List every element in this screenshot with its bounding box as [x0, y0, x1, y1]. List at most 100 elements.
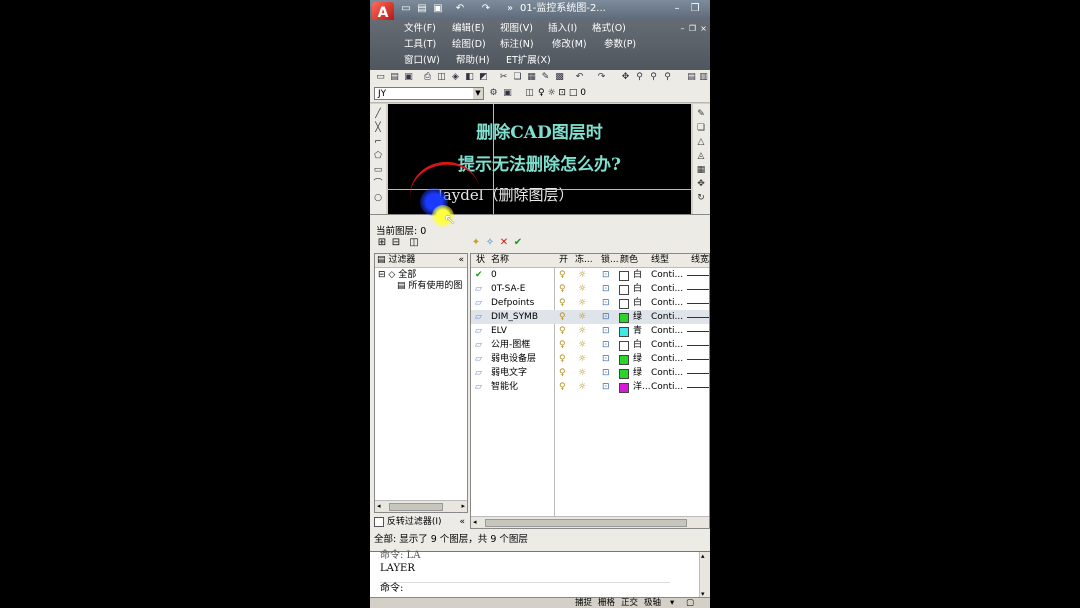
lineweight-sample[interactable] — [687, 289, 709, 290]
lock-open-icon[interactable]: ⊡ — [602, 352, 610, 366]
light-bulb-icon[interactable]: ♀ — [559, 296, 566, 310]
layer-name[interactable]: Defpoints — [491, 296, 534, 310]
doc-restore-icon[interactable]: ❐ — [688, 24, 697, 33]
layer-name[interactable]: 0 — [491, 268, 497, 282]
polygon-icon[interactable]: ⬠ — [372, 150, 384, 162]
layer-name[interactable]: DIM_SYMB — [491, 310, 538, 324]
lineweight-sample[interactable] — [687, 387, 709, 388]
preview-icon[interactable]: ◫ — [436, 72, 447, 83]
qnew-icon[interactable]: ▭ — [375, 72, 386, 83]
menu-tools[interactable]: 工具(T) — [404, 38, 436, 52]
open-file-icon[interactable]: ▤ — [416, 3, 428, 15]
lock-open-icon[interactable]: ⊡ — [602, 380, 610, 394]
scroll-left-icon[interactable]: ◂ — [377, 501, 381, 512]
col-lineweight[interactable]: 线宽 — [691, 254, 709, 268]
group-filter-icon[interactable]: ⊟ — [390, 237, 402, 249]
menu-dimension[interactable]: 标注(N) — [500, 38, 534, 52]
light-bulb-icon[interactable]: ♀ — [559, 380, 566, 394]
layer-style-combo[interactable]: JY ▼ — [374, 87, 484, 100]
erase-icon[interactable]: ✎ — [695, 108, 707, 120]
doc-minimize-icon[interactable]: – — [678, 24, 687, 33]
menu-et-extension[interactable]: ET扩展(X) — [506, 54, 551, 68]
light-bulb-icon[interactable]: ♀ — [559, 352, 566, 366]
window-restore-icon[interactable]: ❐ — [688, 2, 702, 16]
sun-icon[interactable]: ☼ — [578, 338, 586, 352]
save-icon[interactable]: ▣ — [403, 72, 414, 83]
sun-icon[interactable]: ☼ — [578, 324, 586, 338]
layer-row[interactable]: ▱ Defpoints ♀ ☼ ⊡ 白 Conti... — [471, 296, 709, 310]
command-scrollbar[interactable]: ▴ ▾ — [699, 552, 710, 598]
col-name[interactable]: 名称 — [491, 254, 510, 268]
collapse-icon[interactable]: « — [458, 254, 464, 267]
light-bulb-icon[interactable]: ♀ — [559, 268, 566, 282]
filter-scrollbar[interactable]: ◂ ▸ — [375, 500, 467, 512]
layer-row[interactable]: ▱ 0T-SA-E ♀ ☼ ⊡ 白 Conti... — [471, 282, 709, 296]
sun-icon[interactable]: ☼ — [578, 282, 586, 296]
menu-modify[interactable]: 修改(M) — [552, 38, 587, 52]
current-check-icon[interactable]: ✔ — [475, 268, 483, 282]
linetype-name[interactable]: Conti... — [651, 310, 683, 324]
more-icon[interactable]: » — [504, 3, 516, 15]
linetype-name[interactable]: Conti... — [651, 296, 683, 310]
publish-icon[interactable]: ◈ — [450, 72, 461, 83]
layer-row[interactable]: ▱ 弱电文字 ♀ ☼ ⊡ 绿 Conti... — [471, 366, 709, 380]
invert-filter-checkbox[interactable] — [374, 516, 384, 527]
menu-window[interactable]: 窗口(W) — [404, 54, 440, 68]
line-icon[interactable]: ╱ — [372, 108, 384, 120]
lineweight-sample[interactable] — [687, 275, 709, 276]
array-icon[interactable]: ▦ — [695, 164, 707, 176]
offset-icon[interactable]: ◬ — [695, 150, 707, 162]
linetype-name[interactable]: Conti... — [651, 268, 683, 282]
set-current-icon[interactable]: ✔ — [512, 237, 524, 249]
undo-icon[interactable]: ↶ — [454, 3, 466, 15]
design-center-icon[interactable]: ▥ — [698, 72, 709, 83]
color-swatch[interactable] — [619, 341, 629, 351]
lock-open-icon[interactable]: ⊡ — [602, 282, 610, 296]
light-bulb-icon[interactable]: ♀ — [559, 310, 566, 324]
menu-view[interactable]: 视图(V) — [500, 22, 533, 36]
light-bulb-icon[interactable]: ♀ — [559, 324, 566, 338]
layer-row[interactable]: ▱ ELV ♀ ☼ ⊡ 青 Conti... — [471, 324, 709, 338]
copy-icon[interactable]: ❏ — [512, 72, 523, 83]
clean-screen-icon[interactable]: ▢ — [686, 598, 694, 608]
lineweight-sample[interactable] — [687, 359, 709, 360]
paste-icon[interactable]: ▦ — [526, 72, 537, 83]
layer-row[interactable]: ▱ DIM_SYMB ♀ ☼ ⊡ 绿 Conti... — [471, 310, 709, 324]
new-filter-icon[interactable]: ⊞ — [376, 237, 388, 249]
menu-help[interactable]: 帮助(H) — [456, 54, 490, 68]
lineweight-sample[interactable] — [687, 317, 709, 318]
layer-icon[interactable]: ▱ — [475, 380, 482, 394]
mirror-icon[interactable]: △ — [695, 136, 707, 148]
lock-open-icon[interactable]: ⊡ — [602, 324, 610, 338]
layer-row[interactable]: ▱ 弱电设备层 ♀ ☼ ⊡ 绿 Conti... — [471, 352, 709, 366]
color-swatch[interactable] — [619, 299, 629, 309]
delete-layer-icon[interactable]: ✕ — [498, 237, 510, 249]
window-minimize-icon[interactable]: – — [670, 2, 684, 16]
layer-manager-icon[interactable]: ◫ — [524, 88, 535, 99]
color-swatch[interactable] — [619, 355, 629, 365]
layer-row[interactable]: ▱ 智能化 ♀ ☼ ⊡ 洋... Conti... — [471, 380, 709, 394]
light-bulb-icon[interactable]: ♀ — [559, 282, 566, 296]
linetype-name[interactable]: Conti... — [651, 338, 683, 352]
properties-icon[interactable]: ▤ — [686, 72, 697, 83]
col-color[interactable]: 颜色 — [620, 254, 639, 268]
tree-item-used[interactable]: ▤ 所有使用的图 — [397, 280, 462, 292]
zoom-previous-icon[interactable]: ⚲ — [662, 72, 673, 83]
scroll-left-icon[interactable]: ◂ — [473, 517, 477, 528]
lineweight-sample[interactable] — [687, 345, 709, 346]
arc-icon[interactable]: ⌒ — [372, 178, 384, 190]
circle-icon[interactable]: ○ — [372, 192, 384, 204]
doc-close-icon[interactable]: × — [699, 24, 708, 33]
scroll-right-icon[interactable]: ▸ — [461, 501, 465, 512]
collapse-icon[interactable]: « — [459, 515, 465, 529]
layer-icon[interactable]: ▱ — [475, 338, 482, 352]
polyline-icon[interactable]: ⌐ — [372, 136, 384, 148]
layer-icon[interactable]: ▱ — [475, 324, 482, 338]
zoom-window-icon[interactable]: ⚲ — [648, 72, 659, 83]
block-editor-icon[interactable]: ▩ — [554, 72, 565, 83]
col-freeze[interactable]: 冻... — [575, 254, 593, 268]
layer-props-icon[interactable]: ▣ — [502, 88, 513, 99]
redo-icon[interactable]: ↷ — [596, 72, 607, 83]
col-on[interactable]: 开 — [559, 254, 569, 268]
print-icon[interactable]: ⎙ — [422, 72, 433, 83]
